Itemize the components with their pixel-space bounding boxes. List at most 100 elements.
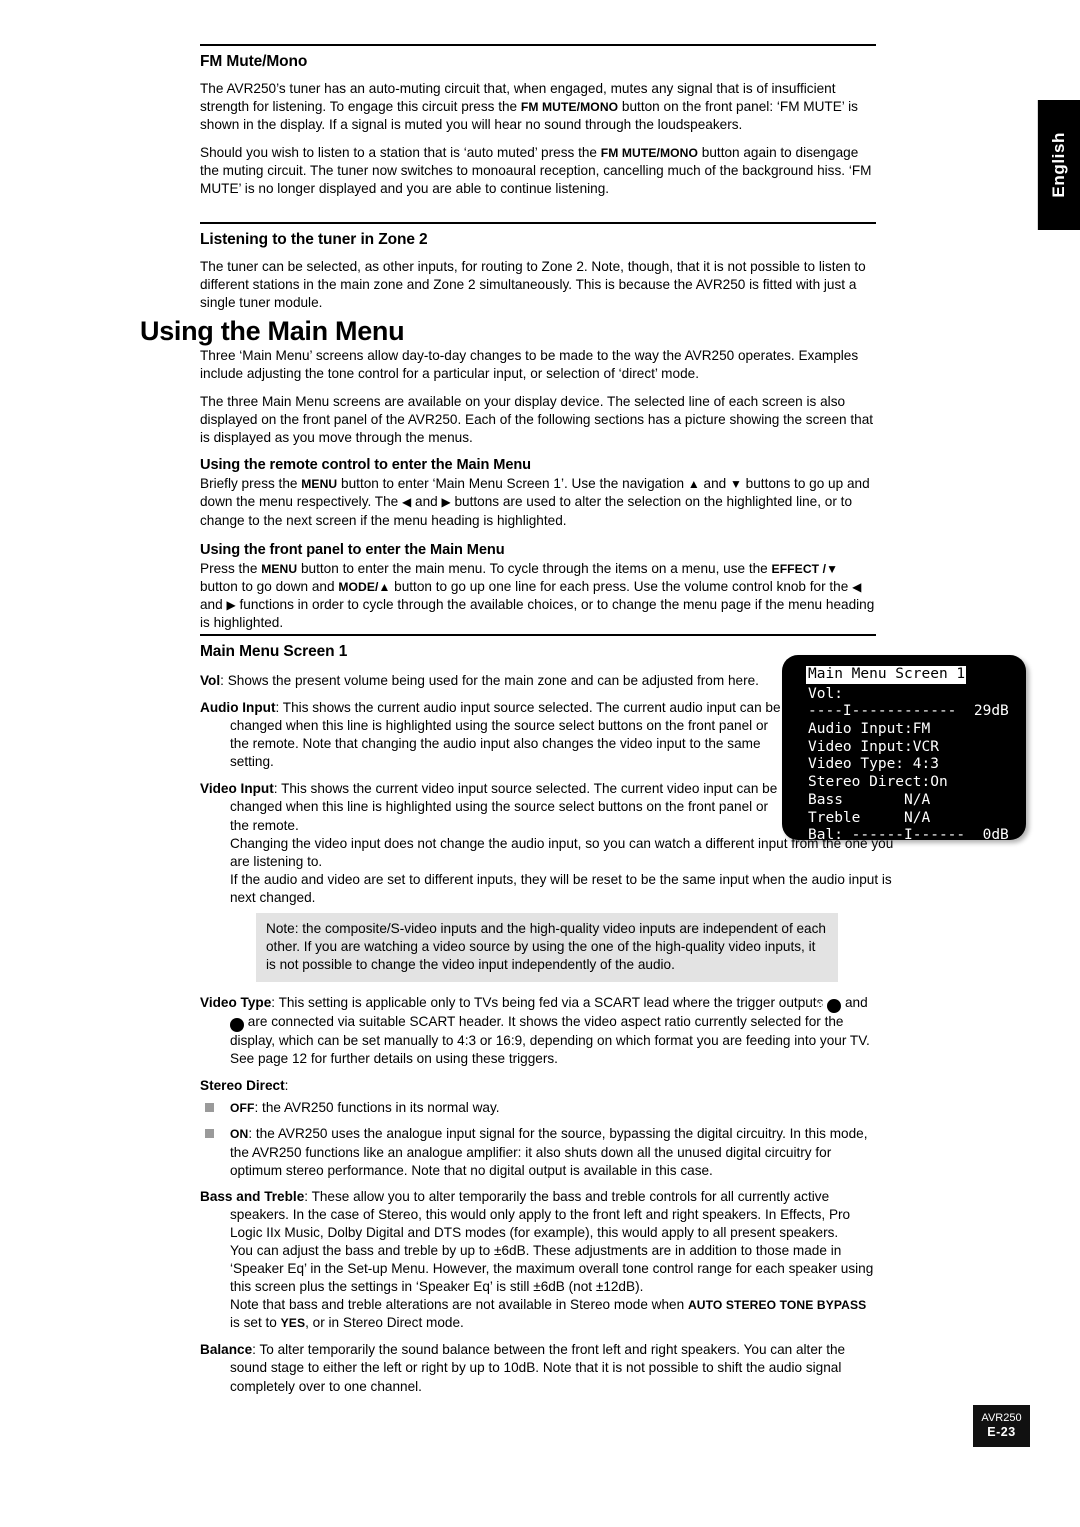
section-fm-mute-mono: FM Mute/Mono The AVR250’s tuner has an a… <box>200 44 876 208</box>
arrow-right-icon: ▶ <box>226 597 236 612</box>
kbd-fm-mute-mono: FM MUTE/MONO <box>520 100 619 115</box>
definition-term: Balance <box>200 1342 253 1358</box>
page-title: Using the Main Menu <box>140 316 405 346</box>
kbd-auto-stereo-tone-bypass: AUTO STEREO TONE BYPASS <box>687 1298 867 1313</box>
text-run: Note that bass and treble alterations ar… <box>230 1297 688 1313</box>
lcd-line-volume-bar: ----I------------ 29dB <box>808 703 1009 720</box>
option-text: : the AVR250 functions in its normal way… <box>254 1100 500 1116</box>
arrow-left-icon: ◀ <box>402 495 412 510</box>
text-run: button to enter ‘Main Menu Screen 1’. Us… <box>337 476 688 492</box>
text-run: button to go up one line for each press.… <box>390 578 853 594</box>
text-run: are connected via suitable SCART header.… <box>230 1014 870 1067</box>
list-item: ON: the AVR250 uses the analogue input s… <box>200 1125 876 1179</box>
lcd-line-bass: Bass N/A <box>808 791 931 808</box>
section-divider <box>200 222 876 224</box>
definition-term: Vol <box>200 673 221 688</box>
text-run: : <box>284 1078 289 1094</box>
lcd-line-balance: Bal: ------I------ 0dB <box>808 827 1009 840</box>
paragraph-main-menu-1: Three ‘Main Menu’ screens allow day-to-d… <box>200 348 859 382</box>
section-zone-2: Listening to the tuner in Zone 2 The tun… <box>200 222 876 322</box>
heading-fm-mute-mono: FM Mute/Mono <box>200 53 308 70</box>
text-run: functions in order to cycle through the … <box>200 596 875 630</box>
paragraph-fm-mute-1: The AVR250’s tuner has an auto-muting ci… <box>200 80 876 134</box>
definition-video-type: Video Type: This setting is applicable o… <box>200 994 876 1068</box>
definition-bass-treble-cont-2: Note that bass and treble alterations ar… <box>200 1296 876 1332</box>
text-run: button to enter the main menu. To cycle … <box>297 560 772 576</box>
lcd-line-stereo-direct: Stereo Direct:On <box>808 774 948 791</box>
paragraph-front-panel: Press the MENU button to enter the main … <box>200 560 876 632</box>
section-main-menu-screen-1: Main Menu Screen 1 Vol: Shows the presen… <box>200 634 893 1405</box>
trigger-badge-52: 52 <box>217 1018 244 1033</box>
definition-term: Video Type <box>200 995 272 1011</box>
trigger-badge-51: 51 <box>815 999 842 1014</box>
section-divider <box>200 634 876 636</box>
arrow-left-icon: ◀ <box>852 579 862 594</box>
definition-term: Stereo Direct <box>200 1078 285 1094</box>
paragraph-main-menu-2: The three Main Menu screens are availabl… <box>200 394 874 446</box>
definition-audio-input: Audio Input: This shows the current audi… <box>200 699 790 771</box>
text-run: and <box>699 476 731 492</box>
lcd-screen-graphic: Main Menu Screen 1 Vol: ----I-----------… <box>782 655 1026 840</box>
definition-body: : These allow you to alter temporarily t… <box>230 1188 851 1240</box>
kbd-fm-mute-mono: FM MUTE/MONO <box>600 146 699 161</box>
kbd-menu: MENU <box>261 561 298 576</box>
kbd-mode: MODE/ <box>338 579 379 594</box>
heading-listening-zone-2: Listening to the tuner in Zone 2 <box>200 231 428 248</box>
definition-term: Video Input <box>200 781 274 797</box>
kbd-effect: EFFECT / <box>771 561 827 576</box>
arrow-up-icon: ▲ <box>378 579 391 594</box>
heading-front-panel: Using the front panel to enter the Main … <box>200 541 505 558</box>
lcd-line-audio-input: Audio Input:FM <box>808 721 931 738</box>
footer-page-number: E-23 <box>987 1425 1016 1440</box>
footer-model-label: AVR250 <box>981 1412 1022 1425</box>
heading-remote-control: Using the remote control to enter the Ma… <box>200 457 531 474</box>
definition-term: Bass and Treble <box>200 1188 305 1204</box>
definition-body: : This shows the current audio input sou… <box>230 700 781 770</box>
document-page: English FM Mute/Mono The AVR250’s tuner … <box>0 0 1080 1527</box>
text-run: is set to <box>230 1315 281 1331</box>
lcd-line-video-input: Video Input:VCR <box>808 738 939 755</box>
heading-main-menu-screen-1: Main Menu Screen 1 <box>200 643 348 660</box>
note-box: Note: the composite/S-video inputs and t… <box>256 912 838 983</box>
option-text: : the AVR250 uses the analogue input sig… <box>230 1126 868 1178</box>
list-item: OFF: the AVR250 functions in its normal … <box>200 1099 876 1117</box>
language-tab-label: English <box>1049 132 1068 198</box>
paragraph-fm-mute-2: Should you wish to listen to a station t… <box>200 144 876 198</box>
definition-bass-treble: Bass and Treble: These allow you to alte… <box>200 1188 876 1242</box>
paragraph-zone-2: The tuner can be selected, as other inpu… <box>200 259 866 311</box>
option-label-on: ON <box>230 1127 249 1142</box>
text-run: Press the <box>200 560 262 576</box>
text-run: Briefly press the <box>200 476 302 492</box>
square-bullet-icon <box>205 1129 214 1139</box>
lcd-line-treble: Treble N/A <box>808 809 931 826</box>
definition-bass-treble-cont-1: You can adjust the bass and treble by up… <box>230 1242 874 1295</box>
stereo-direct-options: OFF: the AVR250 functions in its normal … <box>200 1099 876 1179</box>
definition-stereo-direct: Stereo Direct: <box>200 1077 876 1095</box>
text-run: and <box>200 596 227 612</box>
definition-term: Audio Input <box>200 700 276 716</box>
definition-video-input-cont-1: Changing the video input does not change… <box>230 835 894 869</box>
text-run: and <box>411 494 442 510</box>
section-divider <box>200 44 876 46</box>
definition-video-input: Video Input: This shows the current vide… <box>200 780 790 834</box>
footer-page-badge: AVR250 E-23 <box>973 1405 1030 1447</box>
lcd-title-highlight: Main Menu Screen 1 <box>806 666 967 684</box>
kbd-yes: YES <box>280 1316 306 1331</box>
section-using-main-menu: Three ‘Main Menu’ screens allow day-to-d… <box>200 347 876 642</box>
square-bullet-icon <box>205 1103 214 1113</box>
text-run: and <box>841 995 868 1011</box>
definition-balance: Balance: To alter temporarily the sound … <box>200 1341 876 1395</box>
definition-vol: Vol: Shows the present volume being used… <box>200 672 790 690</box>
definition-video-input-cont-2: If the audio and video are set to differ… <box>230 871 892 905</box>
arrow-down-icon: ▼ <box>730 477 742 492</box>
definition-body: : Shows the present volume being used fo… <box>220 673 759 688</box>
arrow-up-icon: ▲ <box>687 477 700 492</box>
text-run: button to go down and <box>200 578 339 594</box>
text-run: : This setting is applicable only to TVs… <box>271 995 828 1011</box>
text-run: , or in Stereo Direct mode. <box>305 1315 464 1331</box>
arrow-down-icon: ▼ <box>826 561 838 576</box>
definition-body: : This shows the current video input sou… <box>230 781 778 833</box>
definition-body: : To alter temporarily the sound balance… <box>230 1342 846 1394</box>
arrow-right-icon: ▶ <box>441 495 451 510</box>
paragraph-remote-control: Briefly press the MENU button to enter ‘… <box>200 475 876 529</box>
